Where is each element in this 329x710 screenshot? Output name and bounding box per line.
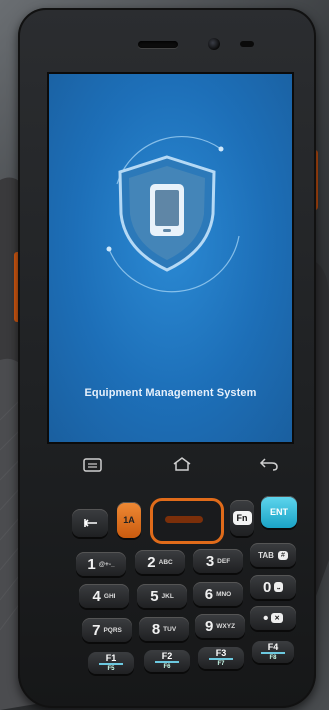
delete-icon: ✕ <box>271 613 283 623</box>
key-1-digit: 1 <box>87 555 96 573</box>
device-screen[interactable]: Equipment Management System <box>47 72 294 444</box>
f1-label: F1 <box>105 653 117 663</box>
key-6-digit: 6 <box>204 585 214 603</box>
key-7[interactable]: 7 PQRS <box>82 618 132 642</box>
backspace-key[interactable] <box>72 509 108 537</box>
menu-icon[interactable] <box>83 458 103 472</box>
fn-key-label: Fn <box>232 511 252 525</box>
key-2[interactable]: 2 ABC <box>135 550 185 574</box>
key-0-digit: 0 <box>263 578 272 596</box>
fn-key[interactable]: Fn <box>230 500 254 536</box>
key-4-digit: 4 <box>92 587 101 605</box>
key-4-letters: GHI <box>103 592 116 600</box>
enter-key-label: ENT <box>270 507 288 517</box>
proximity-sensor <box>240 41 254 47</box>
scan-button-bar <box>165 516 203 523</box>
f4-key[interactable]: F4 F8 <box>252 641 294 663</box>
key-3-letters: DEF <box>217 557 231 565</box>
tab-key[interactable]: TAB # <box>250 543 296 567</box>
key-1-letters: @+-_ <box>98 560 115 568</box>
key-2-digit: 2 <box>147 553 156 571</box>
key-6-letters: MNO <box>216 590 232 598</box>
key-8-digit: 8 <box>151 620 161 638</box>
space-icon: ⎵ <box>274 582 283 592</box>
key-9-letters: WXYZ <box>216 622 236 630</box>
key-5-letters: JKL <box>161 592 174 600</box>
f8-label: F8 <box>261 652 285 662</box>
key-9-digit: 9 <box>204 617 214 635</box>
alpha-key[interactable]: 1A <box>117 502 141 538</box>
home-icon[interactable] <box>172 456 192 472</box>
key-7-digit: 7 <box>92 621 101 639</box>
key-0[interactable]: 0 ⎵ <box>250 575 296 599</box>
f2-label: F2 <box>161 651 173 661</box>
key-1[interactable]: 1 @+-_ <box>76 552 126 576</box>
f6-label: F6 <box>155 661 179 671</box>
dot-delete-key[interactable]: • ✕ <box>250 606 296 630</box>
f1-key[interactable]: F1 F5 <box>88 652 134 674</box>
tab-hash-icon: # <box>277 550 288 560</box>
f2-key[interactable]: F2 F6 <box>144 650 190 672</box>
earpiece-speaker <box>138 41 178 48</box>
backspace-icon <box>83 519 97 527</box>
key-8[interactable]: 8 TUV <box>139 617 189 641</box>
dot-symbol: • <box>263 609 269 627</box>
front-camera <box>208 38 220 50</box>
key-6[interactable]: 6 MNO <box>193 582 243 606</box>
key-8-letters: TUV <box>163 625 177 633</box>
tab-key-label: TAB <box>258 550 274 560</box>
enter-key[interactable]: ENT <box>261 496 297 528</box>
key-4[interactable]: 4 GHI <box>79 584 129 608</box>
back-icon[interactable] <box>259 455 279 471</box>
f3-key[interactable]: F3 F7 <box>198 647 244 669</box>
key-9[interactable]: 9 WXYZ <box>195 614 245 638</box>
key-2-letters: ABC <box>158 558 173 566</box>
key-3-digit: 3 <box>205 552 215 570</box>
key-5-digit: 5 <box>150 587 159 605</box>
f7-label: F7 <box>209 658 233 668</box>
key-3[interactable]: 3 DEF <box>193 549 243 573</box>
f3-label: F3 <box>215 648 227 658</box>
f5-label: F5 <box>99 663 123 673</box>
scan-button[interactable] <box>150 498 224 544</box>
alpha-key-label: 1A <box>123 515 135 525</box>
key-7-letters: PQRS <box>103 626 122 634</box>
key-5[interactable]: 5 JKL <box>137 584 187 608</box>
f4-label: F4 <box>267 642 279 652</box>
app-title: Equipment Management System <box>84 387 257 399</box>
